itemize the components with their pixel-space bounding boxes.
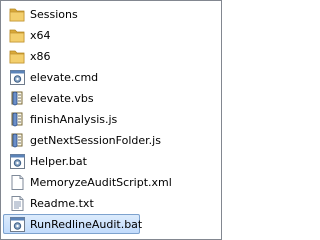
list-item-runredlineaudit-bat[interactable]: RunRedlineAudit.bat (3, 214, 143, 234)
list-item-sessions[interactable]: Sessions (3, 4, 148, 24)
list-item-finishanalysis-js[interactable]: finishAnalysis.js (3, 109, 148, 129)
file-name: Readme.txt (30, 197, 94, 210)
cmd-gear-icon (9, 69, 26, 86)
batch-gear-icon (9, 153, 26, 170)
list-item-elevate-cmd[interactable]: elevate.cmd (3, 67, 148, 87)
list-item-x64[interactable]: x64 (3, 25, 148, 45)
folder-icon (9, 6, 26, 23)
list-item-x86[interactable]: x86 (3, 46, 148, 66)
list-item-elevate-vbs[interactable]: elevate.vbs (3, 88, 148, 108)
document-icon (9, 174, 26, 191)
text-file-icon (9, 195, 26, 212)
file-name: elevate.vbs (30, 92, 94, 105)
file-name: finishAnalysis.js (30, 113, 118, 126)
list-item-memoryzeauditscript-xml[interactable]: MemoryzeAuditScript.xml (3, 172, 172, 192)
batch-gear-icon (9, 216, 26, 233)
script-icon (9, 132, 26, 149)
file-list: Sessions x64 x86 elevate.cmd elevate.vbs… (3, 4, 219, 235)
folder-icon (9, 27, 26, 44)
file-name: RunRedlineAudit.bat (30, 218, 143, 231)
list-item-readme-txt[interactable]: Readme.txt (3, 193, 148, 213)
file-name: x86 (30, 50, 51, 63)
file-name: x64 (30, 29, 51, 42)
list-item-helper-bat[interactable]: Helper.bat (3, 151, 148, 171)
file-name: Helper.bat (30, 155, 87, 168)
list-item-getnextsessionfolder-js[interactable]: getNextSessionFolder.js (3, 130, 161, 150)
file-name: elevate.cmd (30, 71, 99, 84)
script-icon (9, 111, 26, 128)
file-name: MemoryzeAuditScript.xml (30, 176, 172, 189)
file-name: Sessions (30, 8, 78, 21)
file-name: getNextSessionFolder.js (30, 134, 161, 147)
script-icon (9, 90, 26, 107)
folder-icon (9, 48, 26, 65)
file-list-pane: Sessions x64 x86 elevate.cmd elevate.vbs… (0, 0, 222, 240)
